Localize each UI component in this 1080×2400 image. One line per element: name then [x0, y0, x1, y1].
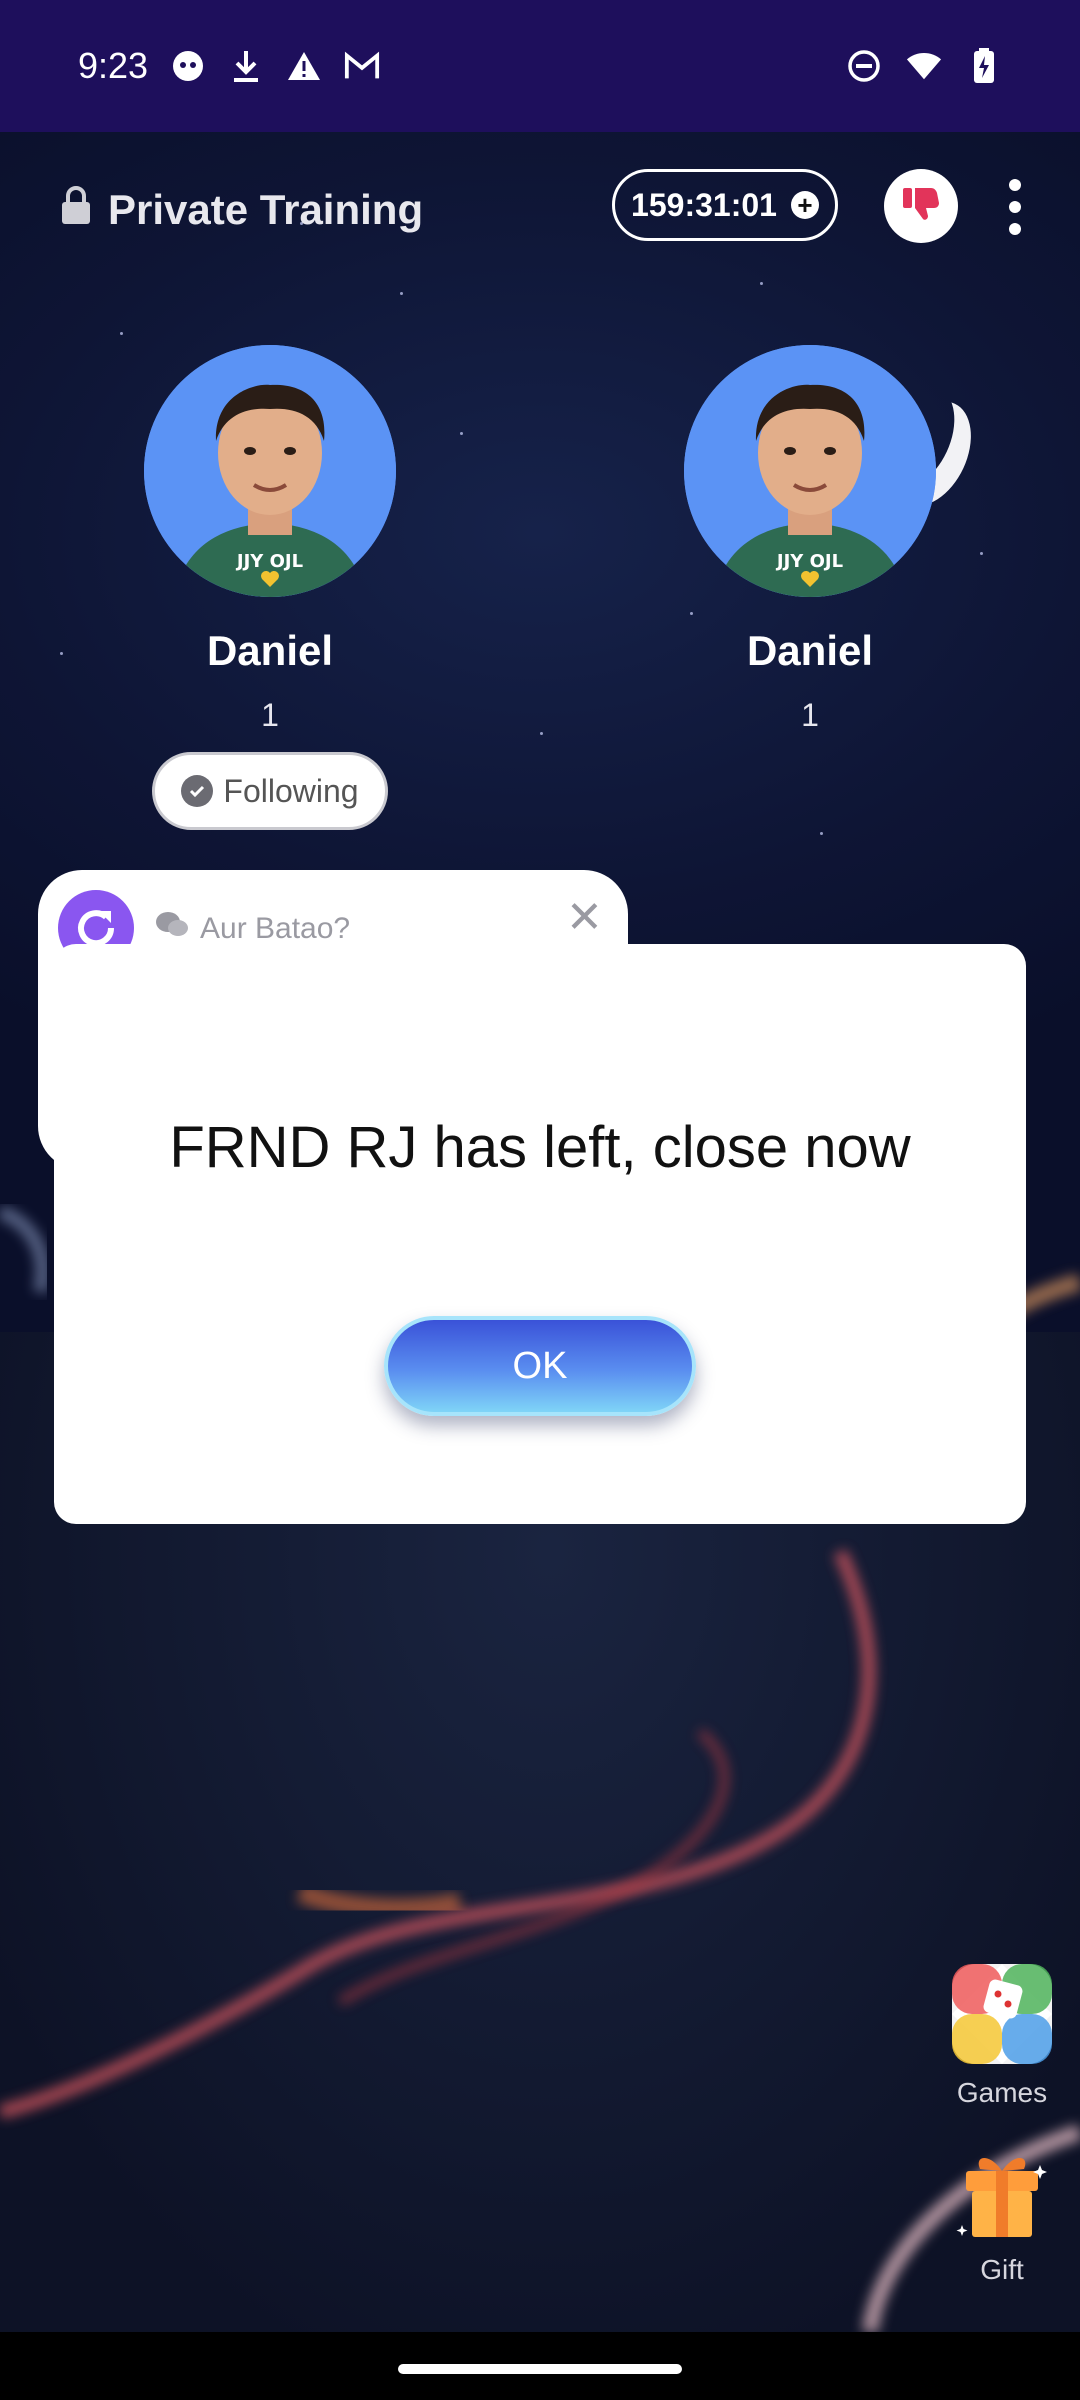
gift-box-icon [954, 2158, 1050, 2249]
avatar[interactable]: JJY OJL [144, 345, 396, 597]
games-button[interactable]: Games [942, 1960, 1062, 2109]
room-title: Private Training [60, 185, 423, 235]
dislike-button[interactable] [884, 169, 958, 243]
home-gesture-handle[interactable] [398, 2364, 682, 2374]
participant-name: Daniel [746, 627, 874, 674]
star [540, 732, 543, 735]
aur-batao-text: Aur Batao? [200, 912, 351, 945]
star [120, 332, 123, 335]
avatar[interactable]: JJY OJL [684, 345, 936, 597]
aur-batao-label: Aur Batao? [154, 910, 350, 948]
rj-left-dialog: FRND RJ has left, close now OK [54, 944, 1026, 1524]
star [820, 832, 823, 835]
gift-button[interactable]: Gift [942, 2145, 1062, 2286]
add-time-icon: + [790, 191, 819, 219]
more-options-button[interactable] [1000, 179, 1030, 235]
ok-button[interactable]: OK [384, 1316, 696, 1416]
battery-charging-icon [966, 48, 1002, 84]
following-button[interactable]: Following [152, 752, 388, 830]
star [60, 652, 63, 655]
star [460, 432, 463, 435]
star [760, 282, 763, 285]
gift-label: Gift [980, 2254, 1024, 2285]
ludo-board-icon [948, 1964, 1056, 2072]
svg-text:JJY OJL: JJY OJL [775, 551, 843, 572]
lock-icon [60, 185, 92, 235]
star [980, 552, 983, 555]
thumbs-down-icon [901, 184, 941, 229]
warning-icon [286, 48, 322, 84]
participant-count: 1 [261, 697, 279, 733]
timer-text: 159:31:01 [631, 186, 777, 223]
room-header: Private Training 159:31:01 + [0, 165, 1080, 245]
more-dot [1009, 223, 1021, 235]
status-bar: 9:23 [0, 0, 1080, 132]
svg-text:JJY OJL: JJY OJL [235, 551, 303, 572]
participant-count: 1 [801, 697, 819, 733]
check-icon [181, 775, 214, 807]
system-nav-bar [0, 2332, 1080, 2400]
gmail-icon [344, 48, 380, 84]
star [400, 292, 403, 295]
face-app-icon [170, 48, 206, 84]
dialog-message: FRND RJ has left, close now [169, 1115, 911, 1180]
following-label: Following [223, 772, 359, 809]
games-label: Games [956, 2077, 1048, 2108]
participant-left: JJY OJL Daniel 1 [120, 345, 420, 734]
download-icon [228, 48, 264, 84]
participant-right: JJY OJL Daniel 1 [660, 345, 960, 734]
wifi-icon [906, 48, 942, 84]
chat-bubble-icon [154, 910, 190, 948]
status-time: 9:23 [78, 45, 149, 86]
more-dot [1009, 179, 1021, 191]
do-not-disturb-icon [846, 48, 882, 84]
timer-pill[interactable]: 159:31:01 + [612, 169, 838, 241]
room-title-text: Private Training [108, 186, 424, 233]
more-dot [1009, 201, 1021, 213]
close-icon[interactable]: ✕ [566, 896, 603, 940]
participant-name: Daniel [206, 627, 334, 674]
